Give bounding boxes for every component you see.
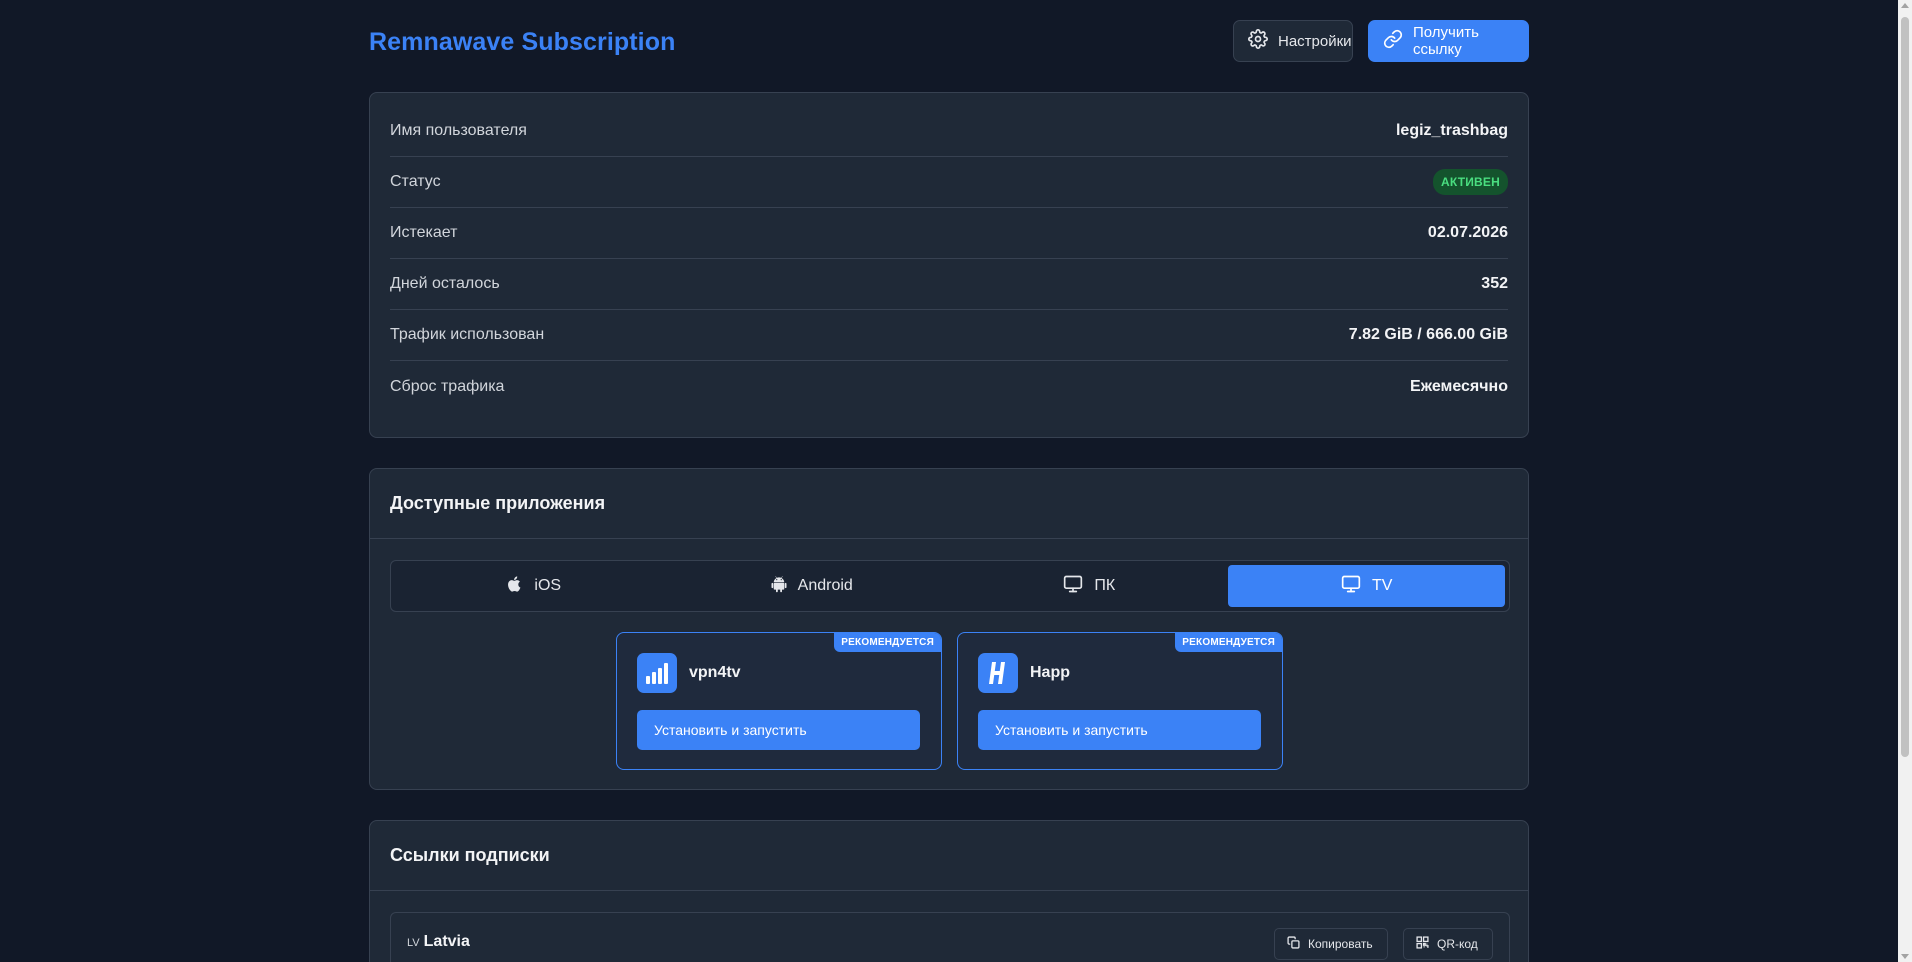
copy-button[interactable]: Копировать	[1274, 928, 1388, 960]
recommended-badge: РЕКОМЕНДУЕТСЯ	[1175, 633, 1282, 652]
scrollbar-thumb[interactable]	[1901, 17, 1909, 757]
install-and-launch-button[interactable]: Установить и запустить	[637, 710, 920, 750]
tab-ios[interactable]: iOS	[395, 565, 673, 607]
qr-label: QR-код	[1437, 937, 1478, 951]
gear-icon	[1248, 29, 1268, 53]
expires-value: 02.07.2026	[1427, 224, 1508, 241]
brand-title: Remnawave Subscription	[369, 28, 676, 56]
info-label: Имя пользователя	[390, 122, 527, 139]
country-name: Latvia	[423, 933, 470, 950]
link-location: LV Latvia	[407, 933, 470, 951]
qr-code-icon	[1416, 936, 1429, 952]
subscription-info-card: Имя пользователя legiz_trashbag Статус А…	[369, 92, 1529, 438]
links-section-title: Ссылки подписки	[370, 821, 1528, 891]
platform-tabs: iOS Android ПК TV	[390, 560, 1510, 612]
tab-android[interactable]: Android	[673, 565, 951, 607]
signal-bars-icon	[637, 653, 677, 693]
info-row-traffic-used: Трафик использован 7.82 GiB / 666.00 GiB	[390, 310, 1508, 361]
subscription-links-card: Ссылки подписки LV Latvia Копировать QR-…	[369, 820, 1529, 962]
settings-label: Настройки	[1278, 32, 1352, 50]
app-name: vpn4tv	[689, 664, 741, 681]
page: Remnawave Subscription Настройки Получит…	[0, 0, 1912, 962]
info-label: Сброс трафика	[390, 377, 505, 395]
info-row-traffic-reset: Сброс трафика Ежемесячно	[390, 361, 1508, 412]
tab-tv[interactable]: TV	[1227, 565, 1505, 607]
main-container: Remnawave Subscription Настройки Получит…	[369, 0, 1529, 962]
get-link-label: Получить ссылку	[1413, 24, 1479, 58]
info-label: Трафик использован	[390, 326, 545, 343]
install-and-launch-button[interactable]: Установить и запустить	[978, 710, 1261, 750]
status-badge: АКТИВЕН	[1433, 169, 1508, 195]
recommended-badge: РЕКОМЕНДУЕТСЯ	[834, 633, 941, 652]
android-icon	[770, 573, 788, 600]
settings-button[interactable]: Настройки	[1233, 20, 1353, 62]
tab-label: ПК	[1094, 577, 1116, 594]
info-label: Истекает	[390, 224, 458, 241]
get-link-button[interactable]: Получить ссылку	[1368, 20, 1529, 62]
available-apps-card: Доступные приложения iOS Android ПК TV Р…	[369, 468, 1529, 790]
link-icon	[1383, 29, 1403, 53]
monitor-icon	[1062, 574, 1084, 599]
apple-icon	[506, 574, 524, 599]
days-left-value: 352	[1481, 275, 1508, 292]
copy-label: Копировать	[1308, 937, 1373, 951]
link-row: LV Latvia Копировать QR-код	[390, 912, 1510, 962]
scroll-up-arrow-icon[interactable]	[1901, 3, 1909, 8]
happ-logo-icon	[978, 653, 1018, 693]
username-value: legiz_trashbag	[1395, 122, 1508, 139]
qr-code-button[interactable]: QR-код	[1403, 928, 1493, 960]
scroll-down-arrow-icon[interactable]	[1901, 954, 1909, 959]
info-row-status: Статус АКТИВЕН	[390, 157, 1508, 208]
tv-icon	[1340, 574, 1362, 599]
country-code: LV	[407, 937, 420, 949]
info-row-expires: Истекает 02.07.2026	[390, 208, 1508, 259]
header: Remnawave Subscription Настройки Получит…	[369, 0, 1529, 84]
tab-label: TV	[1372, 577, 1393, 594]
app-card-vpn4tv: РЕКОМЕНДУЕТСЯ vpn4tv Установить и запуст…	[616, 632, 942, 770]
apps-section-title: Доступные приложения	[370, 469, 1528, 539]
traffic-used-value: 7.82 GiB / 666.00 GiB	[1348, 326, 1508, 343]
info-label: Статус	[390, 173, 441, 190]
tab-pc[interactable]: ПК	[950, 565, 1228, 607]
tab-label: Android	[797, 577, 853, 594]
page-scrollbar[interactable]	[1898, 0, 1912, 962]
app-name: Happ	[1030, 664, 1070, 681]
info-row-days-left: Дней осталось 352	[390, 259, 1508, 310]
tab-label: iOS	[534, 577, 562, 594]
app-card-happ: РЕКОМЕНДУЕТСЯ Happ Установить и запустит…	[957, 632, 1283, 770]
copy-icon	[1287, 936, 1300, 952]
traffic-reset-value: Ежемесячно	[1410, 377, 1508, 395]
info-label: Дней осталось	[390, 275, 500, 292]
info-row-username: Имя пользователя legiz_trashbag	[390, 106, 1508, 157]
